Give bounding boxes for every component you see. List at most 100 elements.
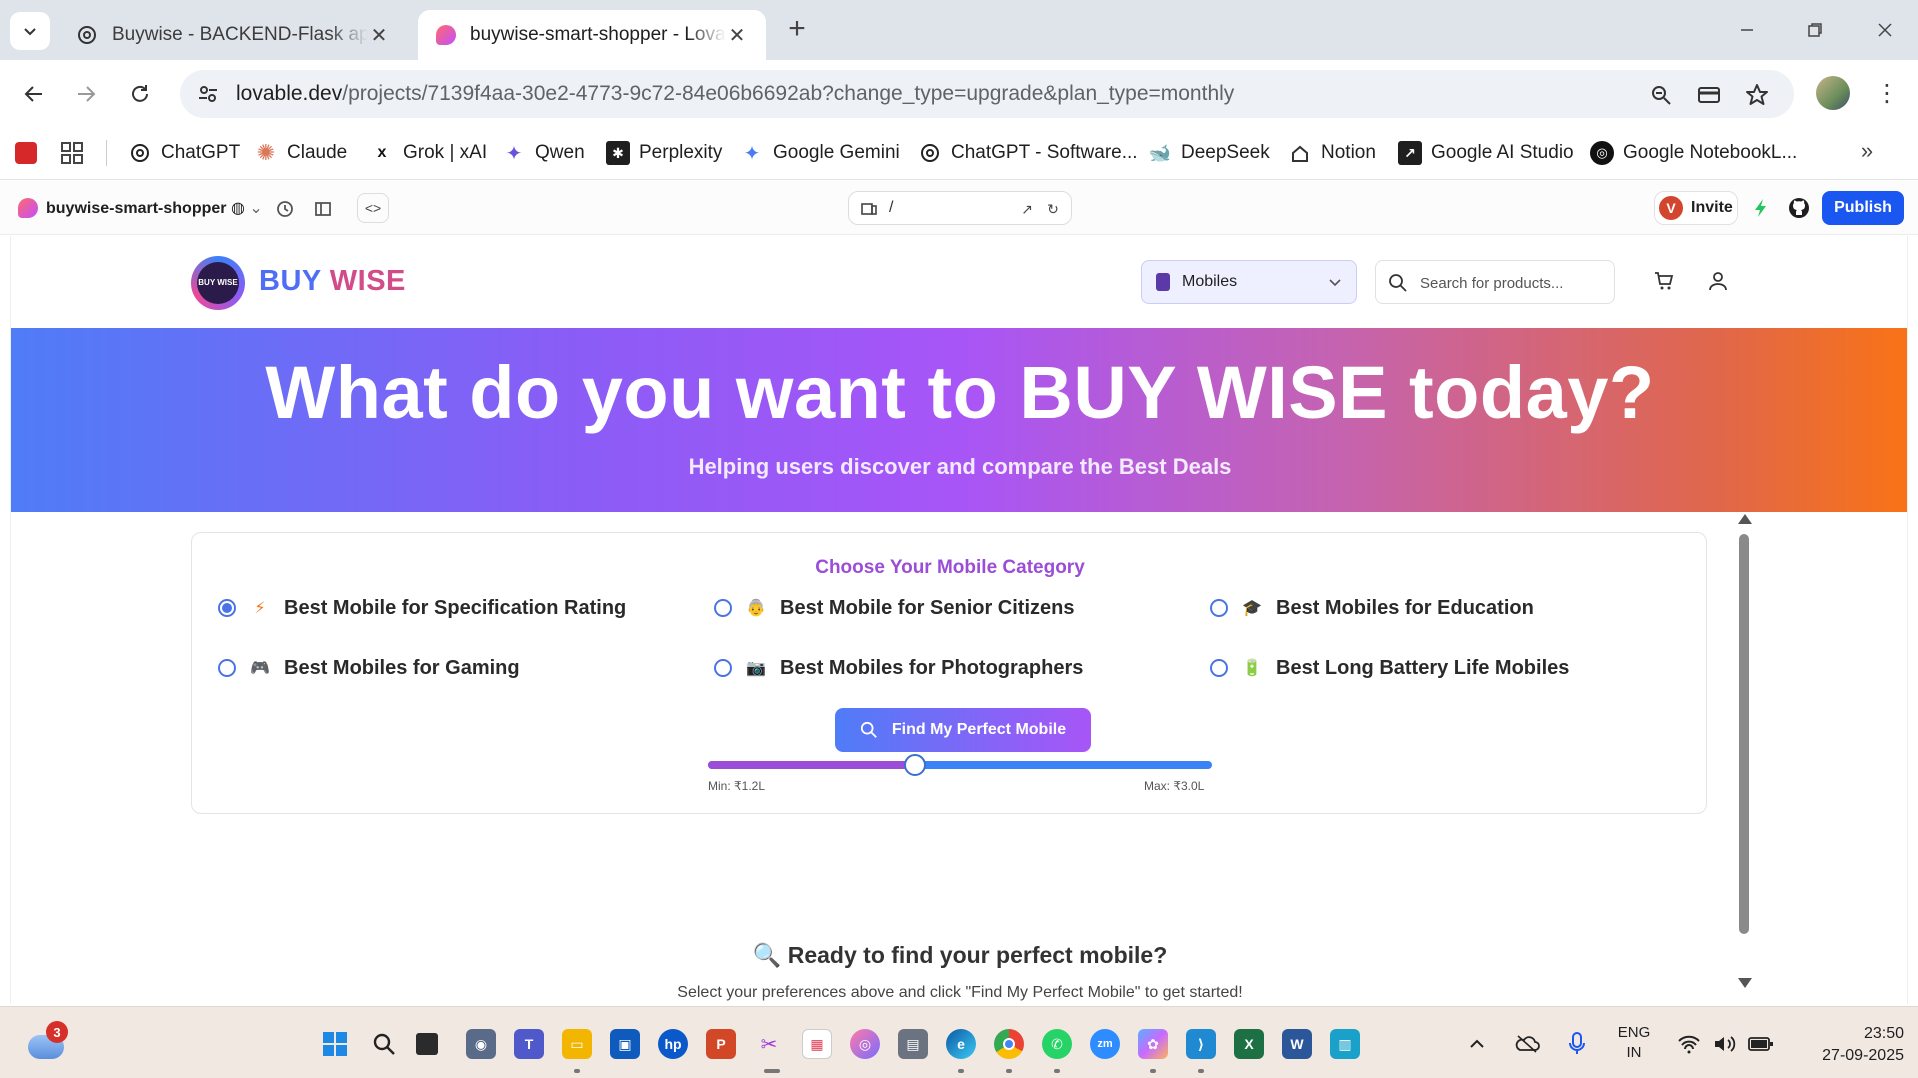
microphone-icon[interactable] <box>1562 1029 1592 1059</box>
restore-button[interactable] <box>1790 12 1840 48</box>
whatsapp-icon[interactable]: ✆ <box>1042 1029 1072 1059</box>
option-spec-rating[interactable]: ⚡ Best Mobile for Specification Rating <box>218 593 626 623</box>
tab-buywise-lovable[interactable]: buywise-smart-shopper - Lovab ✕ <box>418 10 766 60</box>
bookmark-deepseek[interactable]: 🐋 DeepSeek <box>1148 138 1270 168</box>
file-explorer-icon[interactable]: ▭ <box>562 1029 592 1059</box>
option-photographers[interactable]: 📷 Best Mobiles for Photographers <box>714 653 1083 683</box>
price-range-thumb[interactable] <box>904 754 926 776</box>
photos-icon[interactable]: ▦ <box>802 1029 832 1059</box>
new-tab-button[interactable]: + <box>780 14 814 48</box>
forward-button[interactable] <box>66 74 106 114</box>
windows-start-icon[interactable] <box>320 1029 350 1059</box>
bookmark-perplexity[interactable]: ✱ Perplexity <box>606 138 722 168</box>
radio-unselected[interactable] <box>1210 599 1228 617</box>
battery-icon[interactable] <box>1746 1029 1776 1059</box>
apps-grid-icon[interactable] <box>58 139 86 167</box>
find-perfect-mobile-button[interactable]: Find My Perfect Mobile <box>835 708 1091 752</box>
bookmark-qwen[interactable]: ✦ Qwen <box>502 138 585 168</box>
profile-avatar[interactable] <box>1816 76 1850 110</box>
task-view-icon[interactable] <box>416 1033 438 1055</box>
option-senior-citizens[interactable]: 👵 Best Mobile for Senior Citizens <box>714 593 1074 623</box>
chevron-up-icon[interactable] <box>1462 1029 1492 1059</box>
bookmark-chatgpt-software[interactable]: ChatGPT - Software... <box>918 138 1138 168</box>
more-menu-icon[interactable]: ⋮ <box>1872 76 1902 110</box>
tab-buywise-backend[interactable]: Buywise - BACKEND-Flask app f ✕ <box>58 10 408 60</box>
project-name-button[interactable]: buywise-smart-shopper ◍ ⌄ <box>46 198 263 218</box>
close-icon[interactable]: ✕ <box>368 23 390 48</box>
option-education[interactable]: 🎓 Best Mobiles for Education <box>1210 593 1534 623</box>
radio-unselected[interactable] <box>1210 659 1228 677</box>
code-view-button[interactable]: <> <box>357 193 389 223</box>
preview-scrollbar[interactable] <box>1737 514 1752 994</box>
bookmark-grok[interactable]: x Grok | xAI <box>370 138 488 168</box>
publish-button[interactable]: Publish <box>1822 191 1904 225</box>
radio-unselected[interactable] <box>714 659 732 677</box>
device-icon[interactable] <box>859 199 879 219</box>
snipping-tool-icon[interactable]: ✂ <box>754 1029 784 1059</box>
copilot-icon[interactable]: ✿ <box>1138 1029 1168 1059</box>
category-select[interactable]: Mobiles <box>1141 260 1357 304</box>
excel-icon[interactable]: X <box>1234 1029 1264 1059</box>
omnibox[interactable]: lovable.dev/projects/7139f4aa-30e2-4773-… <box>180 70 1794 118</box>
language-indicator[interactable]: ENG IN <box>1614 1023 1654 1063</box>
close-icon[interactable]: ✕ <box>726 23 748 48</box>
wifi-icon[interactable] <box>1674 1029 1704 1059</box>
close-window-button[interactable] <box>1860 12 1910 48</box>
bookmark-gemini[interactable]: ✦ Google Gemini <box>740 138 900 168</box>
bookmark-notion[interactable]: Notion <box>1288 138 1376 168</box>
refresh-icon[interactable]: ↻ <box>1043 199 1063 219</box>
bookmark-ai-studio[interactable]: ↗ Google AI Studio <box>1398 138 1574 168</box>
url-text[interactable]: lovable.dev/projects/7139f4aa-30e2-4773-… <box>236 82 1234 106</box>
option-battery-life[interactable]: 🔋 Best Long Battery Life Mobiles <box>1210 653 1569 683</box>
radio-unselected[interactable] <box>714 599 732 617</box>
history-icon[interactable] <box>272 196 298 222</box>
hp-icon[interactable]: hp <box>658 1029 688 1059</box>
bookmark-chatgpt[interactable]: ChatGPT <box>128 138 240 168</box>
bookmark-claude[interactable]: ✺ Claude <box>254 138 347 168</box>
scrollbar-thumb[interactable] <box>1739 534 1749 934</box>
search-icon[interactable] <box>369 1029 399 1059</box>
system-clock[interactable]: 23:50 27-09-2025 <box>1794 1023 1904 1067</box>
search-input[interactable] <box>1420 271 1600 295</box>
calculator-icon[interactable]: ▤ <box>898 1029 928 1059</box>
user-icon[interactable] <box>1705 268 1731 294</box>
price-range-slider[interactable] <box>708 754 1212 776</box>
powerpoint-icon[interactable]: P <box>706 1029 736 1059</box>
brand-logo[interactable]: BUY WISE <box>191 256 245 310</box>
sidebar-toggle-icon[interactable] <box>310 196 336 222</box>
store-icon[interactable]: ▣ <box>610 1029 640 1059</box>
scroll-up-icon[interactable] <box>1738 514 1752 524</box>
brand-name[interactable]: BUY WISE <box>259 265 406 298</box>
copilot-app-icon[interactable]: ◎ <box>850 1029 880 1059</box>
zoom-app-icon[interactable]: zm <box>1090 1029 1120 1059</box>
volume-icon[interactable] <box>1710 1029 1740 1059</box>
bookmark-star-icon[interactable] <box>1742 80 1772 110</box>
vscode-icon[interactable]: ⟩ <box>1186 1029 1216 1059</box>
red-app-icon[interactable] <box>12 139 40 167</box>
camera-app-icon[interactable]: ◉ <box>466 1029 496 1059</box>
zoom-icon[interactable] <box>1646 80 1676 110</box>
onedrive-icon[interactable] <box>1512 1029 1542 1059</box>
chevron-right-double-icon[interactable]: » <box>1852 138 1882 168</box>
product-search[interactable] <box>1375 260 1615 304</box>
option-gaming[interactable]: 🎮 Best Mobiles for Gaming <box>218 653 520 683</box>
card-icon[interactable] <box>1694 80 1724 110</box>
tab-search-button[interactable] <box>10 12 50 50</box>
invite-button[interactable]: V Invite <box>1654 191 1738 225</box>
back-button[interactable] <box>14 74 54 114</box>
bookmark-notebooklm[interactable]: ◎ Google NotebookL... <box>1590 138 1797 168</box>
bolt-icon[interactable] <box>1746 193 1776 223</box>
site-info-icon[interactable] <box>194 80 222 108</box>
cart-icon[interactable] <box>1651 268 1677 294</box>
preview-path[interactable]: / <box>889 199 893 217</box>
chrome-icon[interactable] <box>994 1029 1024 1059</box>
lovable-logo-icon[interactable] <box>18 198 38 218</box>
minimize-button[interactable] <box>1722 12 1772 48</box>
radio-unselected[interactable] <box>218 659 236 677</box>
scroll-down-icon[interactable] <box>1738 978 1752 988</box>
weather-widget[interactable]: 3 <box>28 1021 68 1061</box>
preview-path-bar[interactable]: / ↗ ↻ <box>848 191 1072 225</box>
notepad-icon[interactable]: ▥ <box>1330 1029 1360 1059</box>
open-external-icon[interactable]: ↗ <box>1017 199 1037 219</box>
github-icon[interactable] <box>1784 193 1814 223</box>
